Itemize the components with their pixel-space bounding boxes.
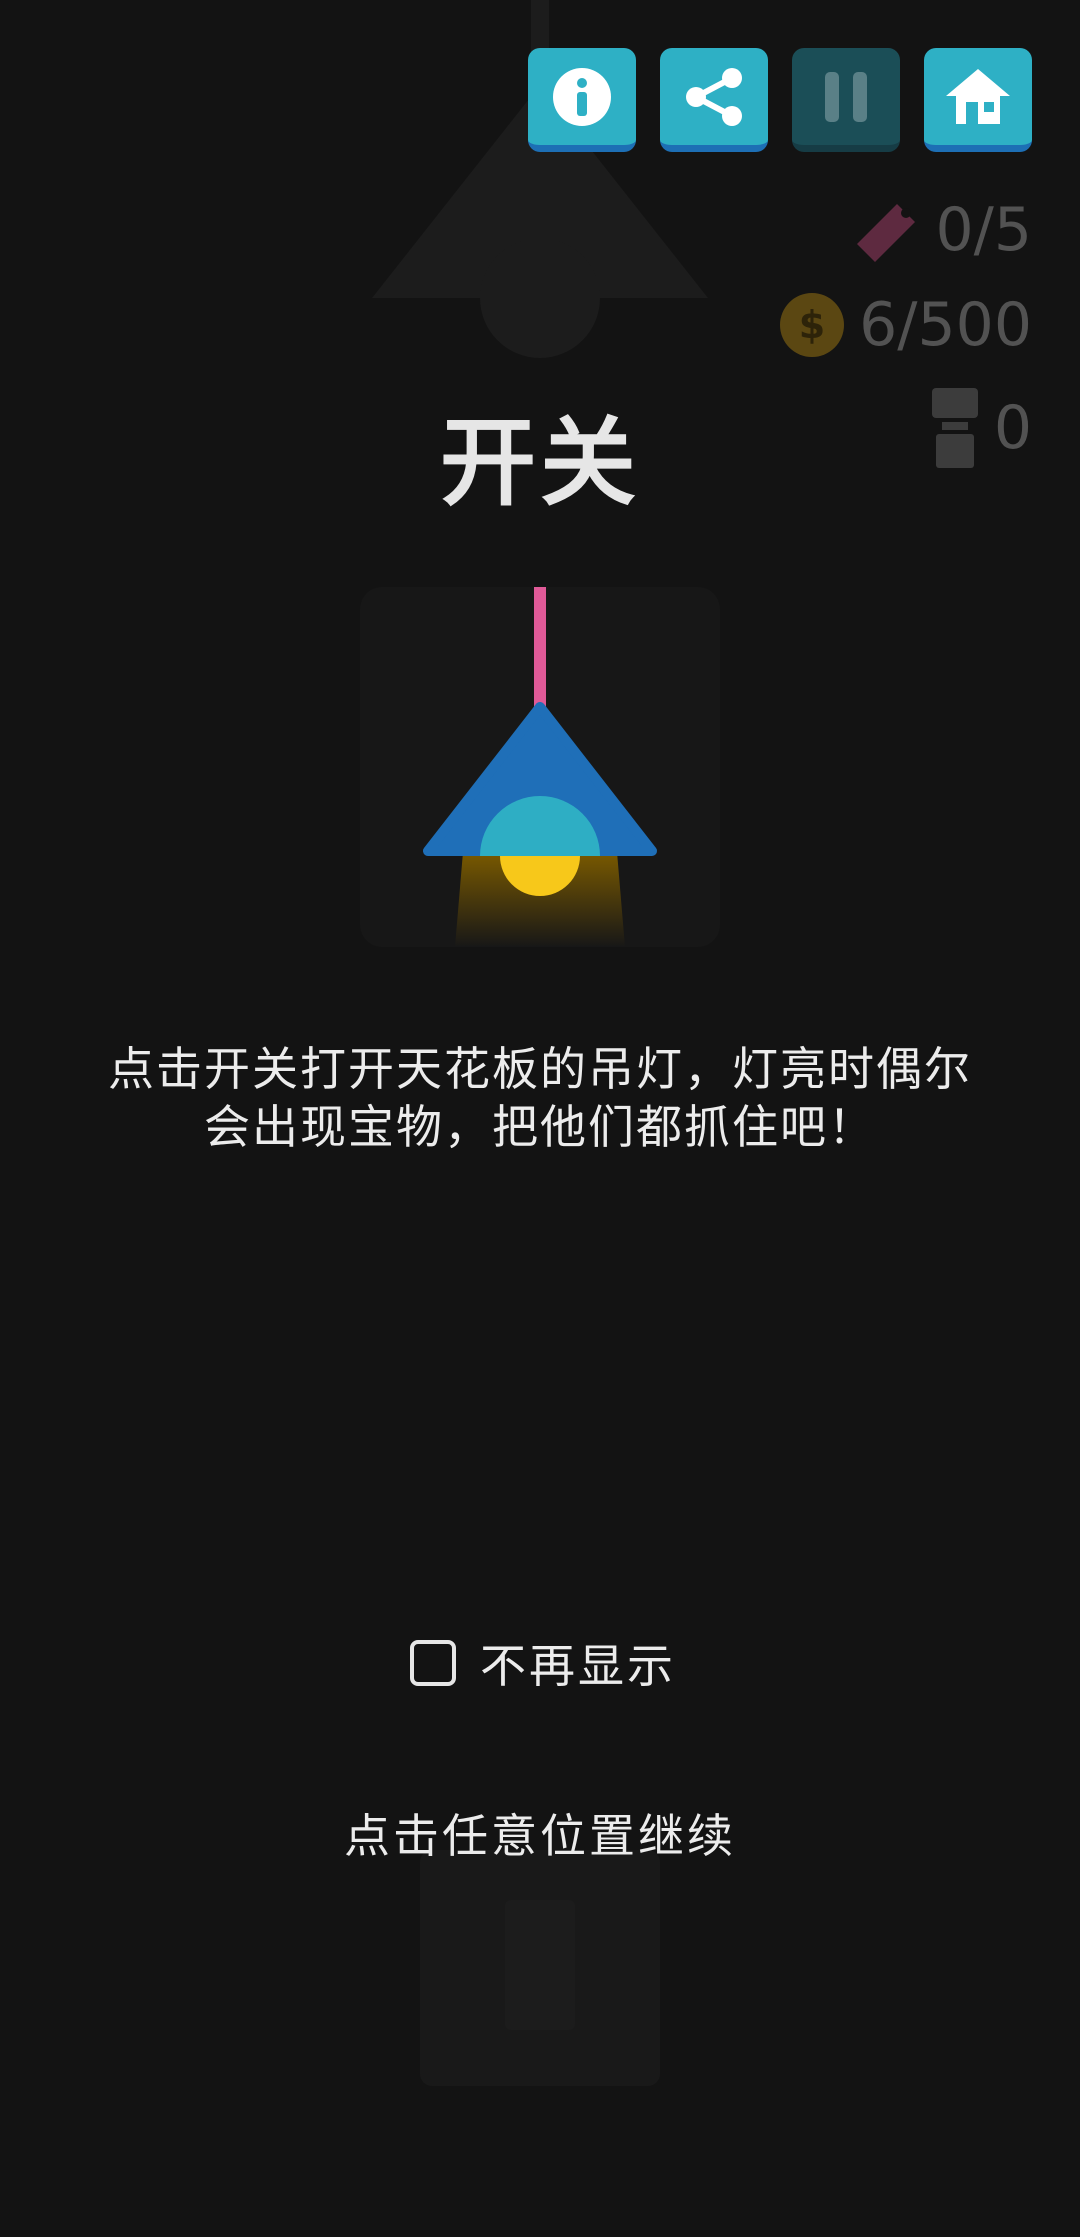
coin-count: 6/500	[859, 290, 1032, 360]
info-button[interactable]	[528, 48, 636, 152]
home-button[interactable]	[924, 48, 1032, 152]
share-icon	[686, 67, 742, 126]
background-switch-toggle	[505, 1900, 575, 2030]
ticket-count: 0/5	[935, 195, 1032, 265]
game-screen[interactable]: 0/5 $ 6/500 0 开关 点击开关打开天花板的吊灯，灯亮时偶尔 会出现宝…	[0, 0, 1080, 2237]
coin-counter: $ 6/500	[779, 292, 1032, 358]
dont-show-again-label: 不再显示	[480, 1639, 676, 1693]
tutorial-description: 点击开关打开天花板的吊灯，灯亮时偶尔 会出现宝物，把他们都抓住吧！	[70, 1040, 1010, 1156]
tutorial-illustration	[360, 587, 720, 947]
lamp-cord	[534, 587, 546, 709]
svg-text:$: $	[799, 303, 825, 347]
tap-to-continue-hint[interactable]: 点击任意位置继续	[0, 1800, 1080, 1866]
dont-show-again-toggle[interactable]: 不再显示	[410, 1630, 676, 1696]
ceiling-lamp-icon	[423, 587, 657, 947]
home-icon	[946, 68, 1010, 124]
ticket-icon	[857, 204, 916, 262]
background-lamp-bulb	[480, 238, 600, 358]
info-icon	[553, 67, 611, 126]
description-line-2: 会出现宝物，把他们都抓住吧！	[204, 1100, 876, 1154]
ticket-counter: 0/5	[851, 198, 1032, 262]
coin-icon: $	[780, 293, 845, 357]
pause-button[interactable]	[792, 48, 900, 152]
dont-show-again-checkbox[interactable]	[410, 1640, 456, 1686]
share-button[interactable]	[660, 48, 768, 152]
pause-icon	[825, 71, 867, 122]
description-line-1: 点击开关打开天花板的吊灯，灯亮时偶尔	[108, 1042, 972, 1096]
tutorial-title: 开关	[440, 407, 640, 519]
